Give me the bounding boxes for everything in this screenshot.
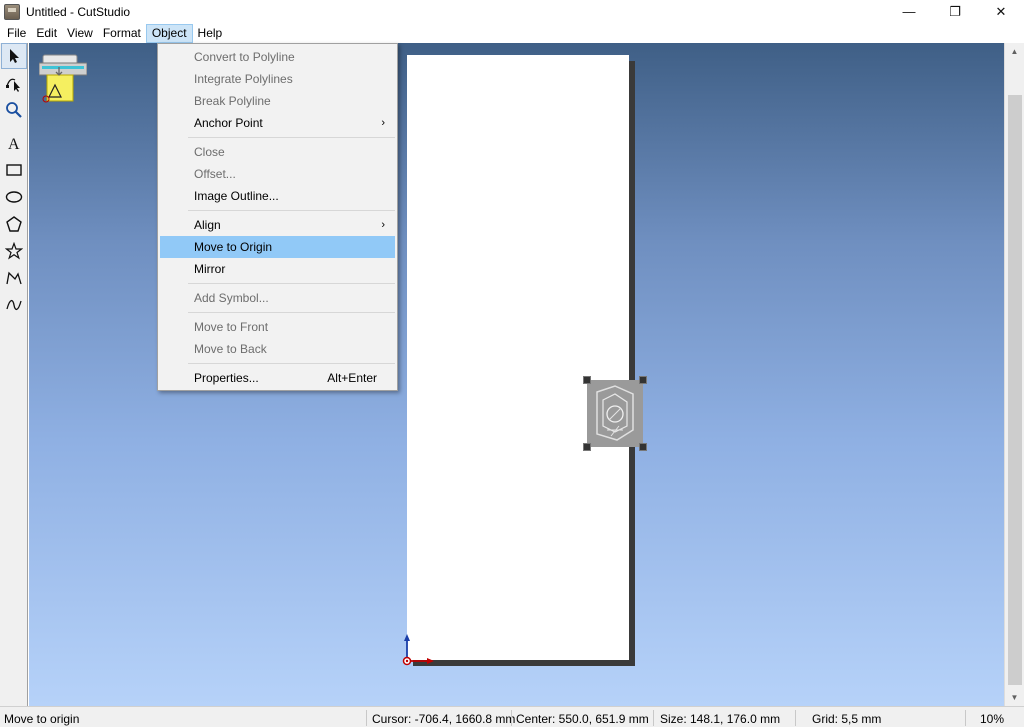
menu-separator	[188, 363, 395, 364]
menu-move-to-front[interactable]: Move to Front	[160, 316, 395, 338]
svg-text:A: A	[8, 136, 20, 152]
status-divider	[653, 710, 654, 726]
title-bar: Untitled - CutStudio — ❐ ✕	[0, 0, 1024, 23]
status-cursor: Cursor: -706.4, 1660.8 mm	[372, 712, 516, 726]
status-grid: Grid: 5,5 mm	[812, 712, 882, 726]
zoom-icon[interactable]	[1, 97, 27, 123]
polygon-icon[interactable]	[1, 211, 27, 237]
status-zoom: 10%	[980, 712, 1005, 726]
tool-palette: A	[0, 43, 28, 706]
menu-mirror[interactable]: Mirror	[160, 258, 395, 280]
status-bar: Move to origin Cursor: -706.4, 1660.8 mm…	[0, 706, 1024, 727]
status-center: Center: 550.0, 651.9 mm	[516, 712, 649, 726]
menu-align[interactable]: Align ›	[160, 214, 395, 236]
menu-bar: File Edit View Format Object Help	[0, 23, 1024, 43]
menu-view[interactable]: View	[62, 24, 98, 43]
text-icon[interactable]: A	[1, 130, 27, 156]
submenu-arrow-icon: ›	[381, 117, 385, 129]
scroll-up-icon[interactable]: ▲	[1005, 43, 1024, 60]
status-message: Move to origin	[4, 712, 80, 726]
menu-align-label: Align	[194, 218, 221, 232]
menu-move-to-origin[interactable]: Move to Origin	[160, 236, 395, 258]
window-controls: — ❐ ✕	[886, 0, 1024, 23]
app-icon	[4, 3, 20, 20]
object-menu-dropdown: Convert to Polyline Integrate Polylines …	[157, 43, 398, 391]
select-pointer-icon[interactable]	[1, 43, 27, 69]
status-divider	[795, 710, 796, 726]
menu-properties-label: Properties...	[194, 371, 259, 385]
menu-break-polyline[interactable]: Break Polyline	[160, 90, 395, 112]
resize-handle-bottom-left[interactable]	[583, 443, 591, 451]
menu-anchor-point[interactable]: Anchor Point ›	[160, 112, 395, 134]
menu-format[interactable]: Format	[98, 24, 146, 43]
menu-offset[interactable]: Offset...	[160, 163, 395, 185]
menu-add-symbol[interactable]: Add Symbol...	[160, 287, 395, 309]
close-button[interactable]: ✕	[978, 0, 1024, 23]
menu-properties-shortcut: Alt+Enter	[327, 371, 377, 385]
restore-button[interactable]: ❐	[932, 0, 978, 23]
ellipse-icon[interactable]	[1, 184, 27, 210]
menu-image-outline[interactable]: Image Outline...	[160, 185, 395, 207]
menu-help[interactable]: Help	[193, 24, 228, 43]
status-size: Size: 148.1, 176.0 mm	[660, 712, 781, 726]
menu-convert-to-polyline[interactable]: Convert to Polyline	[160, 46, 395, 68]
scroll-thumb[interactable]	[1008, 95, 1022, 685]
status-divider	[511, 710, 512, 726]
polyline-icon[interactable]	[1, 265, 27, 291]
rectangle-icon[interactable]	[1, 157, 27, 183]
menu-properties[interactable]: Properties... Alt+Enter	[160, 367, 395, 389]
status-divider	[366, 710, 367, 726]
curve-icon[interactable]	[1, 292, 27, 318]
menu-move-to-back[interactable]: Move to Back	[160, 338, 395, 360]
menu-separator	[188, 137, 395, 138]
resize-handle-top-left[interactable]	[583, 376, 591, 384]
menu-object[interactable]: Object	[145, 23, 193, 43]
resize-handle-top-right[interactable]	[639, 376, 647, 384]
node-edit-icon[interactable]	[1, 70, 27, 96]
submenu-arrow-icon: ›	[381, 219, 385, 231]
menu-anchor-point-label: Anchor Point	[194, 116, 263, 130]
cutter-printer-icon[interactable]	[39, 53, 87, 107]
vertical-scrollbar[interactable]: ▲ ▼	[1004, 43, 1024, 706]
menu-separator	[188, 312, 395, 313]
menu-separator	[188, 210, 395, 211]
origin-axis-icon	[402, 634, 434, 666]
status-divider	[965, 710, 966, 726]
resize-handle-bottom-right[interactable]	[639, 443, 647, 451]
menu-integrate-polylines[interactable]: Integrate Polylines	[160, 68, 395, 90]
scroll-down-icon[interactable]: ▼	[1005, 689, 1024, 706]
media-sheet[interactable]	[407, 55, 629, 660]
star-icon[interactable]	[1, 238, 27, 264]
menu-edit[interactable]: Edit	[31, 24, 62, 43]
minimize-button[interactable]: —	[886, 0, 932, 23]
menu-close[interactable]: Close	[160, 141, 395, 163]
menu-file[interactable]: File	[2, 24, 31, 43]
window-title: Untitled - CutStudio	[26, 4, 131, 19]
selected-image-object[interactable]	[583, 376, 647, 451]
menu-separator	[188, 283, 395, 284]
